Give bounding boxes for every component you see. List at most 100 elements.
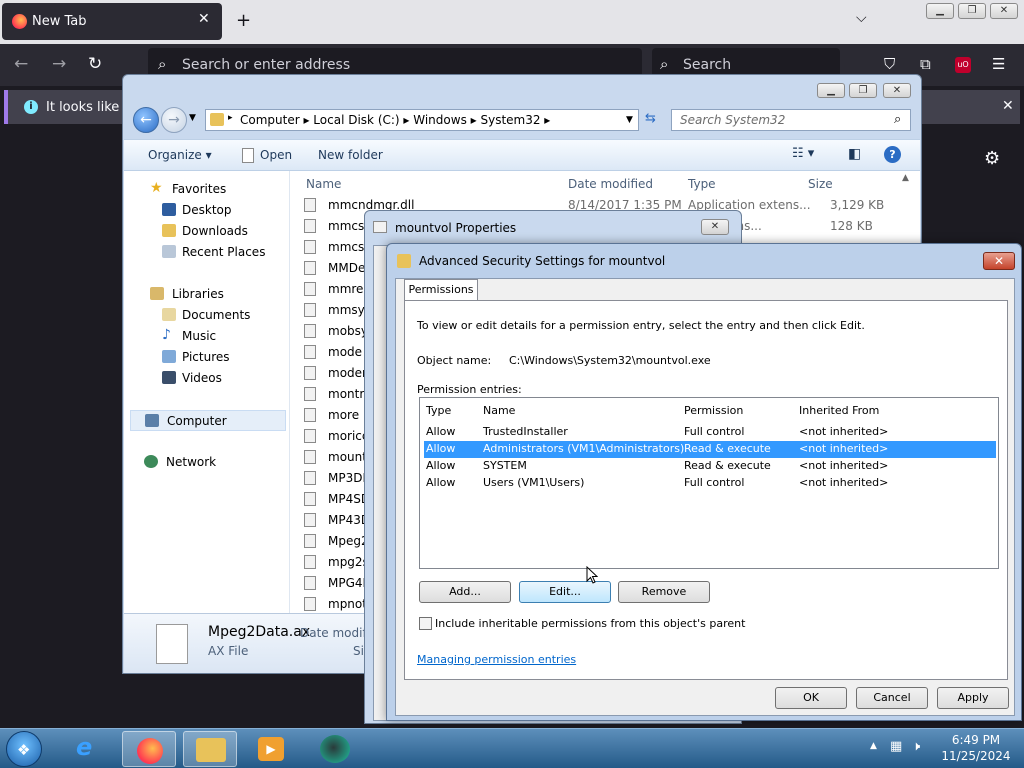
start-button[interactable]: ❖ — [6, 731, 42, 767]
gear-icon[interactable]: ⚙ — [984, 148, 1000, 169]
close-window-button[interactable]: ✕ — [990, 3, 1018, 19]
taskbar-explorer[interactable] — [183, 731, 237, 767]
new-folder-button[interactable]: New folder — [318, 148, 383, 162]
taskbar-firefox[interactable] — [122, 731, 176, 767]
file-name: mpnot — [328, 597, 367, 611]
header-permission[interactable]: Permission — [684, 404, 743, 417]
header-inherited-from[interactable]: Inherited From — [799, 404, 879, 417]
permission-row[interactable]: Allow TrustedInstaller Full control <not in… — [424, 424, 996, 441]
managing-permissions-link[interactable]: Managing permission entries — [417, 653, 576, 666]
menu-icon[interactable]: ☰ — [992, 55, 1005, 73]
permission-name: SYSTEM — [483, 459, 527, 472]
permission-type: Allow — [426, 459, 456, 472]
scroll-up-icon[interactable]: ▲ — [902, 173, 909, 183]
explorer-minimize-button[interactable]: ▁ — [817, 83, 845, 98]
taskbar-media-player[interactable]: ▶ — [244, 731, 298, 767]
tab-permissions[interactable]: Permissions — [404, 279, 478, 301]
firefox-logo-icon — [12, 14, 27, 29]
column-size[interactable]: Size — [808, 177, 833, 191]
back-arrow-icon[interactable]: ← — [14, 54, 28, 74]
file-icon — [304, 534, 316, 548]
column-name[interactable]: Name — [306, 177, 341, 191]
reload-icon[interactable]: ↻ — [88, 54, 102, 74]
taskbar-internet-explorer[interactable]: e — [62, 731, 116, 767]
nav-videos[interactable]: Videos — [124, 368, 289, 389]
volume-muted-icon[interactable]: 🕨 — [912, 739, 920, 754]
nav-network[interactable]: Network — [124, 452, 289, 473]
explorer-close-button[interactable]: ✕ — [883, 83, 911, 98]
apply-button[interactable]: Apply — [937, 687, 1009, 709]
nav-downloads[interactable]: Downloads — [124, 221, 289, 242]
dialog-close-button[interactable]: ✕ — [983, 252, 1015, 270]
explorer-restore-button[interactable]: ❐ — [849, 83, 877, 98]
header-name[interactable]: Name — [483, 404, 515, 417]
search-icon: ⌕ — [660, 55, 669, 73]
permission-row[interactable]: Allow SYSTEM Read & execute <not inherited> — [424, 458, 996, 475]
music-icon: ♪ — [162, 327, 171, 343]
file-name: Mpeg2 — [328, 534, 369, 548]
advanced-security-dialog: Advanced Security Settings for mountvol … — [386, 243, 1022, 721]
header-type[interactable]: Type — [426, 404, 451, 417]
organize-button[interactable]: Organize ▾ — [148, 148, 212, 162]
system-clock[interactable]: 6:49 PM 11/25/2024 — [936, 733, 1016, 763]
tab-close-icon[interactable]: ✕ — [198, 11, 210, 27]
nav-libraries[interactable]: Libraries — [124, 284, 289, 305]
open-file-icon — [242, 148, 254, 163]
file-name: more — [328, 408, 360, 422]
address-bar[interactable]: ▸ Computer ▸ Local Disk (C:) ▸ Windows ▸… — [205, 109, 639, 131]
ok-button[interactable]: OK — [775, 687, 847, 709]
refresh-icon[interactable]: ⇆ — [645, 111, 656, 126]
file-name: moder — [328, 366, 367, 380]
back-button[interactable]: ← — [133, 107, 159, 133]
add-button[interactable]: Add... — [419, 581, 511, 603]
forward-arrow-icon[interactable]: → — [52, 54, 66, 74]
new-tab-button[interactable]: + — [236, 10, 251, 31]
preview-pane-icon[interactable]: ◧ — [848, 146, 861, 162]
cancel-button[interactable]: Cancel — [856, 687, 928, 709]
permission-permission: Read & execute — [684, 442, 771, 455]
permission-row[interactable]: Allow Users (VM1\Users) Full control <not i… — [424, 475, 996, 492]
properties-close-button[interactable]: ✕ — [701, 219, 729, 235]
minimize-button[interactable]: ▁ — [926, 3, 954, 19]
permission-permission: Full control — [684, 476, 745, 489]
ublock-icon[interactable]: uO — [955, 57, 971, 73]
column-type[interactable]: Type — [688, 177, 716, 191]
inherit-checkbox[interactable] — [419, 617, 432, 630]
taskbar-app[interactable] — [308, 731, 362, 767]
detail-file-type: AX File — [208, 644, 249, 658]
remove-button[interactable]: Remove — [618, 581, 710, 603]
explorer-search-input[interactable]: Search System32 ⌕ — [671, 109, 911, 131]
nav-desktop[interactable]: Desktop — [124, 200, 289, 221]
internet-explorer-icon: e — [76, 733, 93, 761]
column-date-modified[interactable]: Date modified — [568, 177, 653, 191]
firefox-tab-new-tab[interactable]: New Tab ✕ — [2, 3, 222, 40]
permission-row[interactable]: Allow Administrators (VM1\Administrators)… — [424, 441, 996, 458]
breadcrumb[interactable]: Computer ▸ Local Disk (C:) ▸ Windows ▸ S… — [240, 113, 550, 127]
network-tray-icon[interactable]: ▦ — [890, 739, 902, 754]
permission-entries-list[interactable]: Type Name Permission Inherited From Allo… — [419, 397, 999, 569]
address-dropdown-icon[interactable]: ▼ — [626, 115, 633, 125]
open-button[interactable]: Open — [260, 148, 292, 162]
edit-button[interactable]: Edit... — [519, 581, 611, 603]
media-player-icon: ▶ — [258, 737, 284, 761]
list-all-tabs-icon[interactable]: ⌵ — [856, 10, 867, 26]
nav-pictures[interactable]: Pictures — [124, 347, 289, 368]
folder-icon — [196, 738, 226, 762]
restore-button[interactable]: ❐ — [958, 3, 986, 19]
recent-pages-chevron-icon[interactable]: ▼ — [189, 113, 196, 123]
clock-date: 11/25/2024 — [941, 749, 1011, 763]
view-options-icon[interactable]: ☷ ▾ — [792, 146, 814, 161]
nav-documents[interactable]: Documents — [124, 305, 289, 326]
forward-button[interactable]: → — [161, 107, 187, 133]
nav-recent-places[interactable]: Recent Places — [124, 242, 289, 263]
show-hidden-icons-icon[interactable]: ▲ — [870, 741, 877, 751]
inherit-checkbox-label: Include inheritable permissions from thi… — [435, 617, 746, 630]
nav-computer[interactable]: Computer — [130, 410, 286, 431]
pocket-icon[interactable]: ⛉ — [884, 55, 895, 73]
nav-favorites[interactable]: ★ Favorites — [124, 179, 289, 200]
nav-music[interactable]: ♪ Music — [124, 326, 289, 347]
notification-close-icon[interactable]: ✕ — [1002, 98, 1014, 114]
file-icon — [304, 240, 316, 254]
help-icon[interactable]: ? — [884, 146, 901, 163]
extensions-icon[interactable]: ⧉ — [920, 55, 931, 73]
